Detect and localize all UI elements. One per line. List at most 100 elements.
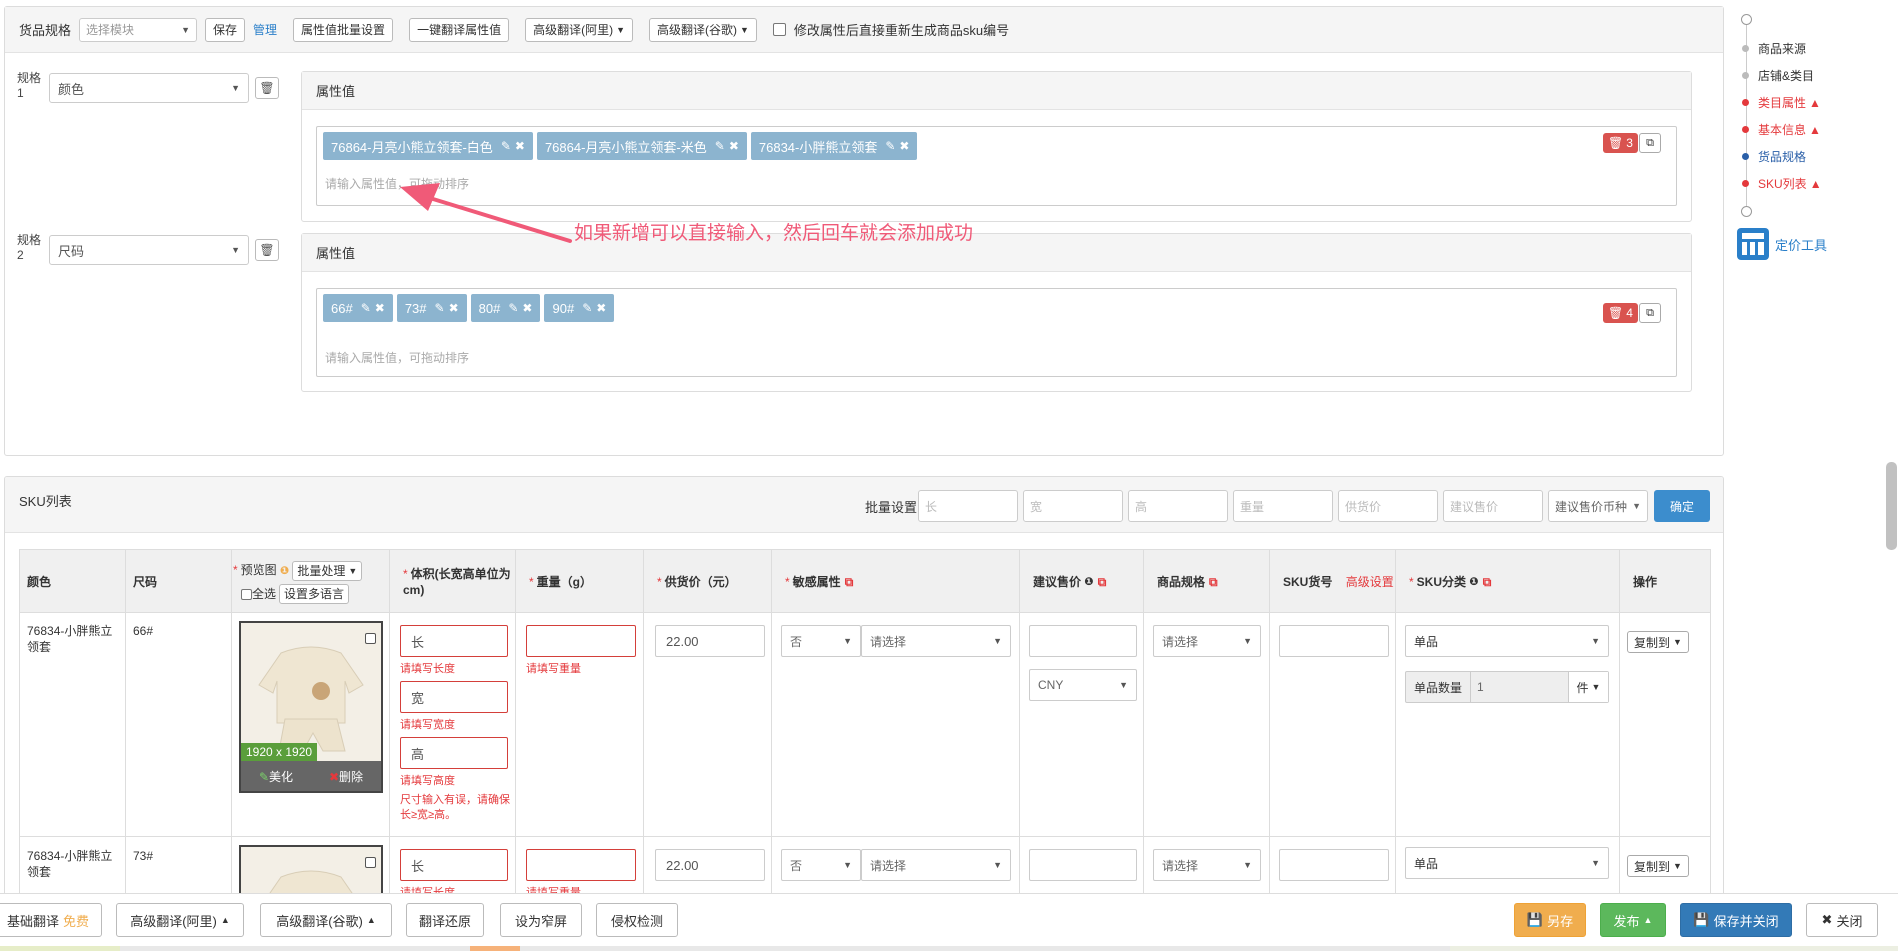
sku-no-input[interactable] [1279, 849, 1389, 881]
unit-select[interactable]: 件 ▼ [1568, 672, 1608, 702]
attr-tag[interactable]: 76864-月亮小熊立领套-白色 ✎ ✖ [323, 132, 533, 160]
spec-1-select[interactable]: 颜色 ▼ [49, 73, 249, 103]
attr-tag[interactable]: 73# ✎ ✖ [396, 294, 467, 322]
attr-tag[interactable]: 90# ✎ ✖ [544, 294, 615, 322]
manage-link[interactable]: 管理 [253, 21, 277, 38]
advanced-settings-link[interactable]: 高级设置 [1346, 574, 1394, 590]
sku-preview-image[interactable] [239, 845, 383, 895]
copy-to-button[interactable]: 复制到 ▼ [1627, 631, 1689, 653]
image-checkbox[interactable] [365, 633, 376, 644]
copy-icon[interactable]: ⧉ [1483, 574, 1492, 590]
suggest-price-input[interactable] [1029, 849, 1137, 881]
sku-category-select[interactable]: 单品 ▼ [1405, 847, 1609, 879]
copy-icon[interactable]: ⧉ [1098, 574, 1107, 590]
sku-no-input[interactable] [1279, 625, 1389, 657]
beautify-button[interactable]: ✎美化 [259, 768, 293, 785]
delete-spec-1-button[interactable]: 🗑 [255, 77, 279, 99]
edit-icon[interactable]: ✎ [582, 301, 592, 315]
adv-translate-google-button[interactable]: 高级翻译(谷歌) ▼ [649, 17, 757, 42]
batch-process-button[interactable]: 批量处理 ▼ [292, 560, 363, 581]
page-scrollbar[interactable] [1886, 462, 1897, 550]
save-as-button[interactable]: 💾 另存 [1514, 903, 1586, 937]
currency-select[interactable]: CNY ▼ [1029, 669, 1137, 701]
copy-icon[interactable]: ⧉ [845, 574, 854, 590]
close-button[interactable]: ✖ 关闭 [1806, 903, 1878, 937]
spec-2-clear-badge[interactable]: 🗑 4 [1603, 303, 1638, 323]
close-icon[interactable]: ✖ [375, 301, 385, 315]
image-checkbox[interactable] [365, 857, 376, 868]
edit-icon[interactable]: ✎ [715, 139, 725, 153]
sku-preview-image[interactable]: 1920 x 1920 ✎美化 ✖删除 [239, 621, 383, 793]
spec-select[interactable]: 请选择 ▼ [1153, 625, 1261, 657]
spec-2-select[interactable]: 尺码 ▼ [49, 235, 249, 265]
save-close-button[interactable]: 💾 保存并关闭 [1680, 903, 1792, 937]
regen-sku-checkbox[interactable] [772, 23, 786, 36]
attr-tag[interactable]: 80# ✎ ✖ [470, 294, 541, 322]
batch-attr-button[interactable]: 属性值批量设置 [293, 17, 394, 42]
length-input[interactable]: 长 [400, 625, 508, 657]
weight-input[interactable] [526, 625, 636, 657]
pricing-tool[interactable]: 定价工具 [1737, 228, 1827, 260]
batch-height-input[interactable]: 高 [1128, 490, 1228, 522]
supply-price-input[interactable]: 22.00 [655, 849, 765, 881]
close-icon[interactable]: ✖ [596, 301, 606, 315]
one-click-translate-button[interactable]: 一键翻译属性值 [409, 17, 510, 42]
narrow-screen-button[interactable]: 设为窄屏 [500, 903, 582, 937]
delete-spec-2-button[interactable]: 🗑 [255, 239, 279, 261]
adv-translate-ali-button[interactable]: 高级翻译(阿里) ▼ [525, 17, 633, 42]
sensitive-select[interactable]: 否 ▼ [781, 625, 861, 657]
edit-icon[interactable]: ✎ [501, 139, 511, 153]
delete-image-button[interactable]: ✖删除 [329, 768, 363, 785]
batch-suggest-price-input[interactable]: 建议售价 [1443, 490, 1543, 522]
publish-button[interactable]: 发布 ▲ [1600, 903, 1666, 937]
save-template-button[interactable]: 保存 [205, 17, 246, 42]
adv-translate-google-footer-button[interactable]: 高级翻译(谷歌) ▲ [260, 903, 392, 937]
close-icon[interactable]: ✖ [449, 301, 459, 315]
translate-restore-button[interactable]: 翻译还原 [406, 903, 484, 937]
attr-tag[interactable]: 66# ✎ ✖ [323, 294, 393, 322]
edit-icon[interactable]: ✎ [885, 139, 895, 153]
close-icon[interactable]: ✖ [899, 139, 909, 153]
length-input[interactable]: 长 [400, 849, 508, 881]
template-select[interactable]: 选择模块 ▼ [79, 17, 198, 42]
edit-icon[interactable]: ✎ [508, 301, 518, 315]
infringement-check-button[interactable]: 侵权检测 [596, 903, 678, 937]
adv-translate-ali-footer-button[interactable]: 高级翻译(阿里) ▲ [116, 903, 244, 937]
close-icon[interactable]: ✖ [729, 139, 739, 153]
sensitive-detail-select[interactable]: 请选择 ▼ [861, 849, 1011, 881]
nav-item-spec[interactable]: 货品规格 [1742, 148, 1806, 165]
batch-length-input[interactable]: 长 [918, 490, 1018, 522]
copy-icon[interactable]: ⧉ [1209, 574, 1218, 590]
multi-lang-button[interactable]: 设置多语言 [279, 583, 350, 604]
spec-2-tag-box[interactable]: 66# ✎ ✖ 73# ✎ ✖ 80# ✎ ✖ 90# ✎ ✖ 请输入属性值，可拖动排序 🗑 4 … [316, 288, 1677, 377]
select-all-checkbox[interactable] [241, 588, 252, 600]
supply-price-input[interactable]: 22.00 [655, 625, 765, 657]
batch-confirm-button[interactable]: 确定 [1654, 490, 1710, 522]
batch-currency-select[interactable]: 建议售价币种 ▼ [1548, 490, 1648, 522]
nav-item-shop-category[interactable]: 店铺&类目 [1742, 67, 1814, 84]
height-input[interactable]: 高 [400, 737, 508, 769]
sensitive-select[interactable]: 否 ▼ [781, 849, 861, 881]
spec-select[interactable]: 请选择 ▼ [1153, 849, 1261, 881]
nav-item-category-attr[interactable]: 类目属性 ▲ [1742, 94, 1821, 111]
batch-supply-price-input[interactable]: 供货价 [1338, 490, 1438, 522]
copy-to-button[interactable]: 复制到 ▼ [1627, 855, 1689, 877]
batch-weight-input[interactable]: 重量 [1233, 490, 1333, 522]
copy-icon[interactable]: ⧉ [1639, 303, 1661, 323]
nav-item-sku-list[interactable]: SKU列表 ▲ [1742, 175, 1822, 192]
edit-icon[interactable]: ✎ [435, 301, 445, 315]
qty-input[interactable]: 1 [1471, 680, 1568, 694]
batch-width-input[interactable]: 宽 [1023, 490, 1123, 522]
sensitive-detail-select[interactable]: 请选择 ▼ [861, 625, 1011, 657]
attr-tag[interactable]: 76834-小胖熊立领套 ✎ ✖ [750, 132, 918, 160]
sku-category-select[interactable]: 单品 ▼ [1405, 625, 1609, 657]
width-input[interactable]: 宽 [400, 681, 508, 713]
copy-icon[interactable]: ⧉ [1639, 133, 1661, 153]
suggest-price-input[interactable] [1029, 625, 1137, 657]
edit-icon[interactable]: ✎ [361, 301, 371, 315]
nav-item-source[interactable]: 商品来源 [1742, 40, 1806, 57]
nav-item-basic-info[interactable]: 基本信息 ▲ [1742, 121, 1821, 138]
basic-translate-button[interactable]: 基础翻译 免费 [0, 903, 102, 937]
close-icon[interactable]: ✖ [515, 139, 525, 153]
close-icon[interactable]: ✖ [522, 301, 532, 315]
